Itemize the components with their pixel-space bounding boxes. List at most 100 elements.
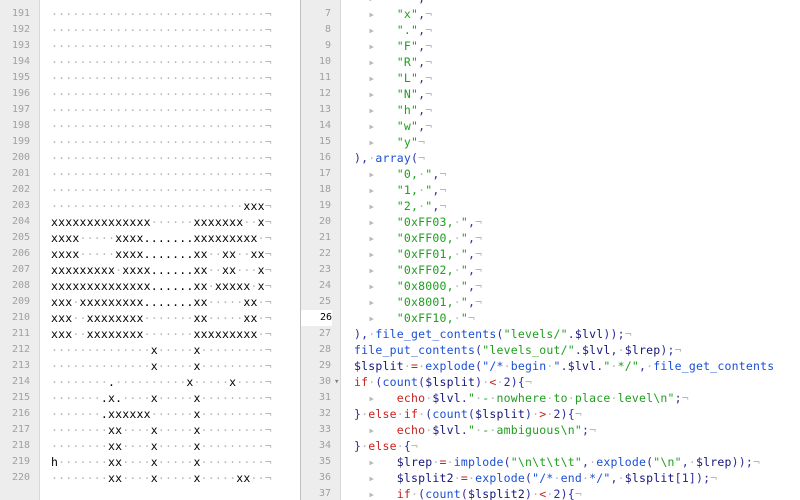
line-number: 30 bbox=[318, 376, 331, 387]
line-number: 202 bbox=[11, 184, 30, 195]
code-line[interactable]: 198 ······························¬ bbox=[0, 118, 300, 134]
line-number: 193 bbox=[11, 40, 30, 51]
code-line[interactable]: 37 ▸ if·(count($lsplit2)·<·2){¬ bbox=[301, 486, 800, 500]
code-line[interactable]: 29 $lsplit·=·explode("/*·begin·".$lvl."·*… bbox=[301, 358, 800, 374]
code-line[interactable]: 210 xxx··xxxxxxxx·······xx·····xx·¬ bbox=[0, 310, 300, 326]
code-line[interactable]: 209 xxx·xxxxxxxxx.......xx·····xx·¬ bbox=[0, 294, 300, 310]
line-number: 26 bbox=[301, 310, 332, 326]
code-line[interactable]: 12 ▸ "N",¬ bbox=[301, 86, 800, 102]
code-line[interactable]: 196 ······························¬ bbox=[0, 86, 300, 102]
line-number: 13 bbox=[318, 104, 331, 115]
line-number: 20 bbox=[318, 216, 331, 227]
code-text: ········xx····x·····x·········¬ bbox=[51, 439, 272, 453]
code-line[interactable]: 195 ······························¬ bbox=[0, 70, 300, 86]
code-line[interactable]: 22 ▸ "0xFF01,·",¬ bbox=[301, 246, 800, 262]
code-line[interactable]: 16),·array(¬ bbox=[301, 150, 800, 166]
code-line[interactable]: 218 ········xx····x·····x·········¬ bbox=[0, 438, 300, 454]
code-line[interactable]: 28 file_put_contents("levels_out/".$lvl,·… bbox=[301, 342, 800, 358]
code-line[interactable]: 15 ▸ "y"¬ bbox=[301, 134, 800, 150]
code-line[interactable]: 211 xxx··xxxxxxxx·······xxxxxxxxx·¬ bbox=[0, 326, 300, 342]
code-line[interactable]: 18 ▸ "1,·",¬ bbox=[301, 182, 800, 198]
code-line[interactable]: 21 ▸ "0xFF00,·",¬ bbox=[301, 230, 800, 246]
line-number: 37 bbox=[318, 488, 331, 499]
code-line[interactable]: 20 ▸ "0xFF03,·",¬ bbox=[301, 214, 800, 230]
code-line[interactable]: 212 ··············x·····x·········¬ bbox=[0, 342, 300, 358]
code-text: ),·array(¬ bbox=[354, 151, 426, 165]
line-number: 210 bbox=[11, 312, 30, 323]
code-line[interactable]: 204 xxxxxxxxxxxxxx······xxxxxxx··x¬ bbox=[0, 214, 300, 230]
code-line[interactable]: 197 ······························¬ bbox=[0, 102, 300, 118]
code-line[interactable]: 34}·else·{¬ bbox=[301, 438, 800, 454]
line-number: 25 bbox=[318, 296, 331, 307]
code-line[interactable]: 36 ▸ $lsplit2·=·explode("/*·end·*/",·$ls… bbox=[301, 470, 800, 486]
line-number: 218 bbox=[11, 440, 30, 451]
code-line[interactable]: 215 ·······.x.····x·····x·········¬ bbox=[0, 390, 300, 406]
line-number: 208 bbox=[11, 280, 30, 291]
code-line[interactable]: 191 ······························¬ bbox=[0, 6, 300, 22]
code-line[interactable]: 7 ▸ "x",¬ bbox=[301, 6, 800, 22]
code-text: xxx·xxxxxxxxx.......xx·····xx·¬ bbox=[51, 295, 272, 309]
code-line[interactable]: 220 ········xx····x·····x·····xx··¬ bbox=[0, 470, 300, 486]
code-text: h·······xx····x·····x·········¬ bbox=[51, 455, 272, 469]
code-line[interactable]: 17 ▸ "0,·",¬ bbox=[301, 166, 800, 182]
line-number: 14 bbox=[318, 120, 331, 131]
code-line[interactable]: 205 xxxx·····xxxx.......xxxxxxxxx·¬ bbox=[0, 230, 300, 246]
code-line[interactable]: 206 xxxx·····xxxx.......xx··xx··xx¬ bbox=[0, 246, 300, 262]
code-text: ······························¬ bbox=[51, 39, 272, 53]
code-text: ··············x·····x·········¬ bbox=[51, 359, 272, 373]
line-number: 191 bbox=[11, 8, 30, 19]
code-line[interactable]: 199 ······························¬ bbox=[0, 134, 300, 150]
code-line[interactable]: 194 ······························¬ bbox=[0, 54, 300, 70]
code-line[interactable]: 9 ▸ "F",¬ bbox=[301, 38, 800, 54]
code-line[interactable]: 35 ▸ $lrep·=·implode("\n\t\t\t",·explode… bbox=[301, 454, 800, 470]
left-editor-pane[interactable]: 190······························¬191···… bbox=[0, 0, 300, 500]
line-number: 18 bbox=[318, 184, 331, 195]
right-editor-pane[interactable]: 6 ▸ "·",¬7 ▸ "x",¬8 ▸ ".",¬9 ▸ "F",¬10 ▸… bbox=[301, 0, 800, 500]
code-line[interactable]: 11 ▸ "L",¬ bbox=[301, 70, 800, 86]
code-line[interactable]: 207 xxxxxxxxx·xxxx......xx··xx···x¬ bbox=[0, 262, 300, 278]
code-line[interactable]: 32}·else·if·(count($lsplit)·>·2){¬ bbox=[301, 406, 800, 422]
line-number: 7 bbox=[324, 8, 331, 19]
code-line[interactable]: 25 ▸ "0x8001,·",¬ bbox=[301, 294, 800, 310]
code-line[interactable]: 13 ▸ "h",¬ bbox=[301, 102, 800, 118]
code-line[interactable]: 14 ▸ "w",¬ bbox=[301, 118, 800, 134]
code-line[interactable]: 214 ········.··········x·····x····¬ bbox=[0, 374, 300, 390]
code-line[interactable]: 192 ······························¬ bbox=[0, 22, 300, 38]
code-text: ······························¬ bbox=[51, 183, 272, 197]
code-line[interactable]: 19 ▸ "2,·",¬ bbox=[301, 198, 800, 214]
line-number: 9 bbox=[324, 40, 331, 51]
code-line[interactable]: 208 xxxxxxxxxxxxxx......xx·xxxxx·x¬ bbox=[0, 278, 300, 294]
code-line[interactable]: 200 ······························¬ bbox=[0, 150, 300, 166]
code-text: ······························¬ bbox=[51, 167, 272, 181]
code-line[interactable]: 31 ▸ echo·$lvl."·-·nowhere·to·place·leve… bbox=[301, 390, 800, 406]
code-line[interactable]: 27),·file_get_contents("levels/".$lvl));… bbox=[301, 326, 800, 342]
code-lines: 6 ▸ "·",¬7 ▸ "x",¬8 ▸ ".",¬9 ▸ "F",¬10 ▸… bbox=[301, 0, 800, 500]
line-number: 17 bbox=[318, 168, 331, 179]
line-number: 192 bbox=[11, 24, 30, 35]
code-line[interactable]: 193 ······························¬ bbox=[0, 38, 300, 54]
code-line[interactable]: 219 h·······xx····x·····x·········¬ bbox=[0, 454, 300, 470]
code-line[interactable]: 213 ··············x·····x·········¬ bbox=[0, 358, 300, 374]
fold-triangle-icon[interactable]: ▾ bbox=[334, 374, 339, 390]
code-line[interactable]: 8 ▸ ".",¬ bbox=[301, 22, 800, 38]
code-line[interactable]: 201 ······························¬ bbox=[0, 166, 300, 182]
line-number: 32 bbox=[318, 408, 331, 419]
code-line[interactable]: 10 ▸ "R",¬ bbox=[301, 54, 800, 70]
code-line[interactable]: 217 ········xx····x·····x·········¬ bbox=[0, 422, 300, 438]
code-text: ▸ "x",¬ bbox=[354, 7, 433, 21]
code-text: ······························¬ bbox=[51, 23, 272, 37]
code-text: ▸ "w",¬ bbox=[354, 119, 433, 133]
code-line[interactable]: 30 ▾ if·(count($lsplit)·<·2){¬ bbox=[301, 374, 800, 390]
code-line[interactable]: 202 ······························¬ bbox=[0, 182, 300, 198]
line-number: 10 bbox=[318, 56, 331, 67]
code-line[interactable]: 216 ·······.xxxxxx······x·········¬ bbox=[0, 406, 300, 422]
code-text: ······························¬ bbox=[51, 71, 272, 85]
code-text: ▸ "2,·",¬ bbox=[354, 199, 447, 213]
code-text: ·······.xxxxxx······x·········¬ bbox=[51, 407, 272, 421]
code-line[interactable]: 24 ▸ "0x8000,·",¬ bbox=[301, 278, 800, 294]
code-line[interactable]: 23 ▸ "0xFF02,·",¬ bbox=[301, 262, 800, 278]
code-line[interactable]: 33 ▸ echo·$lvl."·-·ambiguous\n";¬ bbox=[301, 422, 800, 438]
code-line[interactable]: 26 ▸ "0xFF10,·"¬ bbox=[301, 310, 800, 326]
code-text: ▸ "N",¬ bbox=[354, 87, 433, 101]
code-line[interactable]: 203 ···························xxx¬ bbox=[0, 198, 300, 214]
